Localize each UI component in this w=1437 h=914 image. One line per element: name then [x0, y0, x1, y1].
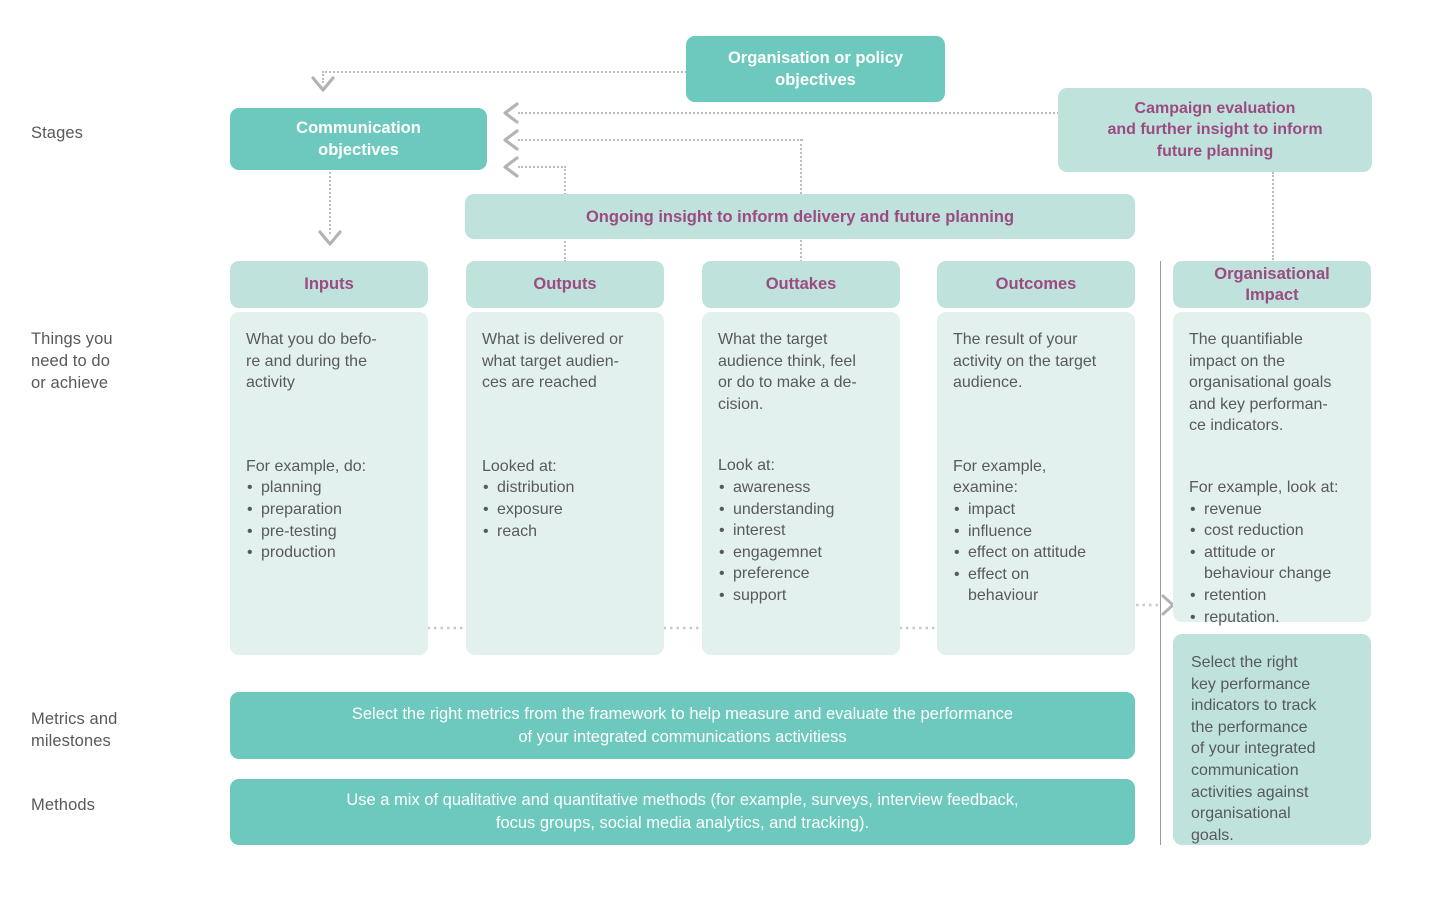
list-item: impact — [953, 499, 1119, 521]
column-example-label-outputs: Looked at: — [482, 457, 557, 475]
arrow-left-row-3-icon — [503, 156, 519, 178]
banner-metrics-and-milestones[interactable]: Select the right metrics from the framew… — [230, 692, 1135, 759]
list-item: support — [718, 585, 884, 607]
column-header-inputs[interactable]: Inputs — [230, 261, 428, 308]
column-bullets-outcomes: impact influence effect on attitude effe… — [953, 499, 1119, 607]
list-item: cost reduction — [1189, 520, 1355, 542]
list-item: preference — [718, 563, 884, 585]
column-example-label-organisational-impact: For example, look at: — [1189, 478, 1339, 496]
arrow-down-to-inputs-icon — [318, 230, 342, 246]
column-divider — [1160, 261, 1161, 845]
row-label-stages: Stages — [31, 124, 83, 142]
list-item: engagemnet — [718, 542, 884, 564]
column-body-outcomes: The result of your activity on the targe… — [937, 312, 1135, 655]
column-header-outtakes-label: Outtakes — [765, 275, 837, 293]
list-item: influence — [953, 521, 1119, 543]
list-item: reputation. — [1189, 607, 1355, 629]
column-header-organisational-impact[interactable]: Organisational Impact — [1173, 261, 1371, 308]
banner-methods[interactable]: Use a mix of qualitative and quantitativ… — [230, 779, 1135, 845]
connector-comm-to-inputs — [329, 172, 331, 234]
list-item: awareness — [718, 477, 884, 499]
column-body-organisational-impact: The quantifiable impact on the organisat… — [1173, 312, 1371, 628]
column-bullets-inputs: planning preparation pre-testing product… — [246, 477, 412, 563]
column-description-outputs: What is delivered or what target audien-… — [482, 331, 624, 392]
banner-metrics-label: Select the right metrics from the framew… — [351, 704, 1014, 746]
column-header-outputs-label: Outputs — [533, 275, 597, 293]
connector-campaign-to-org-impact — [1272, 172, 1274, 260]
arrow-left-row-1-icon — [503, 102, 519, 124]
row-label-things-you-need-to-do: Things you need to do or achieve — [31, 330, 113, 392]
box-campaign-evaluation-label: Campaign evaluation and further insight … — [1107, 99, 1323, 160]
column-body-outputs: What is delivered or what target audien-… — [466, 312, 664, 655]
column-body-outtakes: What the target audience think, feel or … — [702, 312, 900, 655]
column-header-organisational-impact-label: Organisational Impact — [1214, 264, 1330, 304]
column-example-label-outcomes: For example, examine: — [953, 457, 1047, 497]
column-body-inputs: What you do befo- re and during the acti… — [230, 312, 428, 655]
arrow-down-to-comm-objectives — [311, 76, 335, 92]
box-organisation-or-policy-objectives[interactable]: Organisation or policy objectives — [686, 36, 945, 102]
column-bullets-outputs: distribution exposure reach — [482, 477, 648, 542]
box-ongoing-insight[interactable]: Ongoing insight to inform delivery and f… — [465, 194, 1135, 239]
list-item: exposure — [482, 499, 648, 521]
column-header-outputs[interactable]: Outputs — [466, 261, 664, 308]
list-item: production — [246, 542, 412, 564]
side-note-key-performance-indicators: Select the right key performance indicat… — [1173, 634, 1371, 845]
box-communication-objectives-label: Communication objectives — [296, 119, 421, 159]
list-item: effect on behaviour — [953, 564, 1119, 607]
column-description-inputs: What you do befo- re and during the acti… — [246, 331, 377, 392]
column-bullets-organisational-impact: revenue cost reduction attitude or behav… — [1189, 499, 1355, 629]
list-item: understanding — [718, 499, 884, 521]
framework-diagram: Stages Things you need to do or achieve … — [0, 0, 1437, 914]
list-item: reach — [482, 521, 648, 543]
connector-org-to-comm — [322, 71, 690, 73]
box-ongoing-insight-label: Ongoing insight to inform delivery and f… — [585, 207, 1015, 226]
connector-campaign-to-comm-1 — [518, 112, 1063, 114]
connector-ongoing-to-comm-3 — [518, 166, 566, 168]
column-bullets-outtakes: awareness understanding interest engagem… — [718, 477, 884, 607]
column-example-label-outtakes: Look at: — [718, 457, 775, 475]
column-header-outcomes[interactable]: Outcomes — [937, 261, 1135, 308]
list-item: attitude or behaviour change — [1189, 542, 1355, 585]
box-communication-objectives[interactable]: Communication objectives — [230, 108, 487, 170]
column-description-outtakes: What the target audience think, feel or … — [718, 331, 857, 413]
box-organisation-objectives-label: Organisation or policy objectives — [727, 49, 904, 89]
list-item: planning — [246, 477, 412, 499]
connector-ongoing-to-comm-2 — [518, 139, 803, 141]
column-header-outcomes-label: Outcomes — [995, 275, 1077, 293]
arrow-left-row-2-icon — [503, 129, 519, 151]
row-label-methods: Methods — [31, 796, 95, 814]
list-item: effect on attitude — [953, 542, 1119, 564]
column-description-outcomes: The result of your activity on the targe… — [953, 331, 1097, 392]
column-header-inputs-label: Inputs — [304, 275, 354, 293]
list-item: retention — [1189, 585, 1355, 607]
list-item: revenue — [1189, 499, 1355, 521]
row-label-metrics-and-milestones: Metrics and milestones — [31, 710, 118, 750]
column-header-outtakes[interactable]: Outtakes — [702, 261, 900, 308]
list-item: interest — [718, 520, 884, 542]
list-item: distribution — [482, 477, 648, 499]
column-example-label-inputs: For example, do: — [246, 457, 367, 475]
box-campaign-evaluation[interactable]: Campaign evaluation and further insight … — [1058, 88, 1372, 172]
column-description-organisational-impact: The quantifiable impact on the organisat… — [1189, 331, 1332, 435]
list-item: preparation — [246, 499, 412, 521]
banner-methods-label: Use a mix of qualitative and quantitativ… — [346, 791, 1019, 832]
list-item: pre-testing — [246, 521, 412, 543]
